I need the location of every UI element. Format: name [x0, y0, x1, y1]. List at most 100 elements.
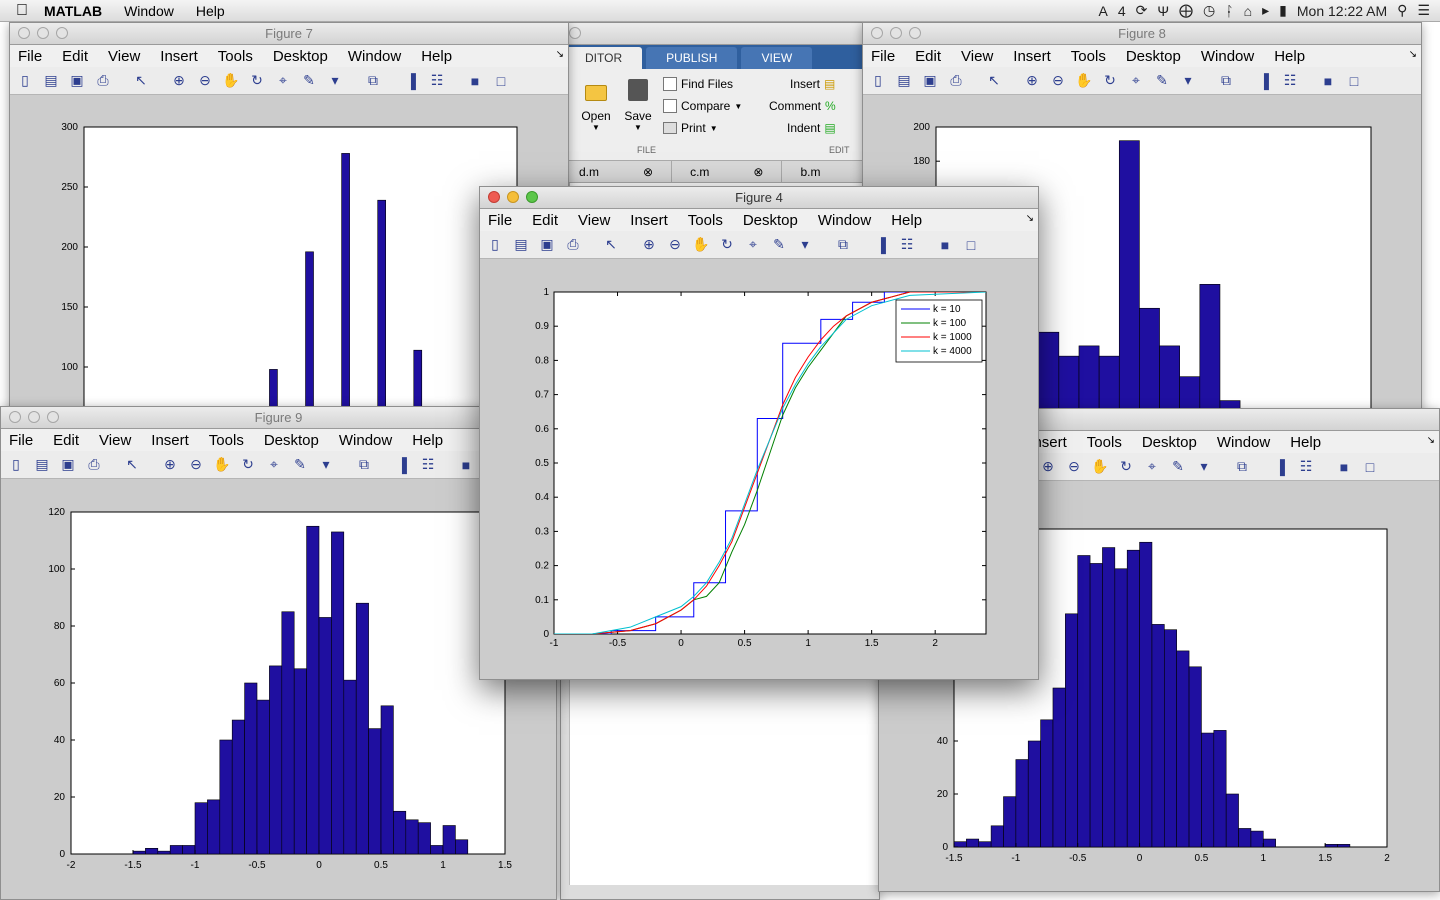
- menu-help[interactable]: Help: [1274, 48, 1305, 65]
- menu-desktop[interactable]: Desktop: [1142, 434, 1197, 451]
- dock-arrow-icon[interactable]: ↘: [1026, 213, 1034, 224]
- open-file-icon[interactable]: ▤: [512, 236, 530, 253]
- zoom-out-icon[interactable]: ⊖: [1065, 458, 1083, 475]
- print-figure-icon[interactable]: ⎙: [94, 72, 112, 89]
- link-plot-icon[interactable]: ⧉: [1217, 72, 1235, 89]
- save-figure-icon[interactable]: ▣: [921, 72, 939, 89]
- minimize-button[interactable]: [507, 191, 519, 203]
- menu-window[interactable]: Window: [348, 48, 401, 65]
- menu-help[interactable]: Help: [196, 3, 225, 19]
- menu-tools[interactable]: Tools: [218, 48, 253, 65]
- menu-edit[interactable]: Edit: [532, 212, 558, 229]
- menu-view[interactable]: View: [578, 212, 610, 229]
- link-plot-icon[interactable]: ⧉: [355, 456, 373, 473]
- rotate-3d-icon[interactable]: ↻: [718, 236, 736, 253]
- zoom-button[interactable]: [56, 27, 68, 39]
- chevron-down-icon[interactable]: ▾: [326, 72, 344, 89]
- save-figure-icon[interactable]: ▣: [59, 456, 77, 473]
- close-button[interactable]: [18, 27, 30, 39]
- print-figure-icon[interactable]: ⎙: [947, 72, 965, 89]
- show-tools-icon[interactable]: □: [492, 73, 510, 89]
- menu-window[interactable]: Window: [818, 212, 871, 229]
- data-cursor-icon[interactable]: ⌖: [1143, 458, 1161, 475]
- edit-plot-icon[interactable]: ↖: [985, 72, 1003, 89]
- rotate-3d-icon[interactable]: ↻: [239, 456, 257, 473]
- brush-icon[interactable]: ✎: [1153, 72, 1171, 89]
- title-bar[interactable]: Figure 9: [1, 407, 556, 429]
- save-figure-icon[interactable]: ▣: [68, 72, 86, 89]
- sync-icon[interactable]: ⟳: [1136, 2, 1148, 19]
- open-file-icon[interactable]: ▤: [33, 456, 51, 473]
- show-tools-icon[interactable]: □: [1345, 73, 1363, 89]
- volume-icon[interactable]: ▸: [1262, 2, 1269, 19]
- new-figure-icon[interactable]: ▯: [869, 72, 887, 89]
- close-tab-icon[interactable]: ⊗: [643, 165, 653, 179]
- hide-tools-icon[interactable]: ■: [466, 73, 484, 89]
- tab-view[interactable]: VIEW: [741, 47, 813, 69]
- dock-arrow-icon[interactable]: ↘: [1427, 435, 1435, 446]
- close-tab-icon[interactable]: ⊗: [753, 165, 763, 179]
- link-plot-icon[interactable]: ⧉: [834, 236, 852, 253]
- menu-insert[interactable]: Insert: [630, 212, 668, 229]
- clock[interactable]: Mon 12:22 AM: [1297, 3, 1387, 19]
- comment-button[interactable]: Comment%: [769, 99, 836, 113]
- legend-icon[interactable]: ☷: [898, 236, 916, 253]
- zoom-out-icon[interactable]: ⊖: [196, 72, 214, 89]
- show-tools-icon[interactable]: □: [1361, 459, 1379, 475]
- zoom-button[interactable]: [47, 411, 59, 423]
- spotlight-icon[interactable]: ⚲: [1397, 2, 1407, 19]
- new-figure-icon[interactable]: ▯: [16, 72, 34, 89]
- legend-icon[interactable]: ☷: [419, 456, 437, 473]
- pan-icon[interactable]: ✋: [1075, 72, 1093, 89]
- zoom-in-icon[interactable]: ⊕: [1039, 458, 1057, 475]
- new-figure-icon[interactable]: ▯: [486, 236, 504, 253]
- file-tab-c[interactable]: c.m ⊗: [672, 160, 783, 183]
- hide-tools-icon[interactable]: ■: [1335, 459, 1353, 475]
- time-machine-icon[interactable]: ◷: [1203, 2, 1215, 19]
- minimize-button[interactable]: [37, 27, 49, 39]
- menu-edit[interactable]: Edit: [915, 48, 941, 65]
- print-figure-icon[interactable]: ⎙: [564, 236, 582, 253]
- save-figure-icon[interactable]: ▣: [538, 236, 556, 253]
- rotate-3d-icon[interactable]: ↻: [248, 72, 266, 89]
- menu-view[interactable]: View: [961, 48, 993, 65]
- rotate-3d-icon[interactable]: ↻: [1117, 458, 1135, 475]
- hide-tools-icon[interactable]: ■: [936, 237, 954, 253]
- antenna-icon[interactable]: Ψ: [1157, 3, 1169, 19]
- wifi-icon[interactable]: ⌂: [1244, 3, 1252, 19]
- print-figure-icon[interactable]: ⎙: [85, 456, 103, 473]
- title-bar[interactable]: Figure 8: [863, 23, 1421, 45]
- chevron-down-icon[interactable]: ▾: [796, 236, 814, 253]
- edit-plot-icon[interactable]: ↖: [123, 456, 141, 473]
- menu-desktop[interactable]: Desktop: [1126, 48, 1181, 65]
- zoom-out-icon[interactable]: ⊖: [187, 456, 205, 473]
- menu-tools[interactable]: Tools: [1087, 434, 1122, 451]
- menu-window[interactable]: Window: [1217, 434, 1270, 451]
- edit-plot-icon[interactable]: ↖: [602, 236, 620, 253]
- close-button[interactable]: [871, 27, 883, 39]
- legend-icon[interactable]: ☷: [1297, 458, 1315, 475]
- hide-tools-icon[interactable]: ■: [457, 457, 475, 473]
- data-cursor-icon[interactable]: ⌖: [274, 72, 292, 89]
- list-icon[interactable]: ☰: [1417, 2, 1430, 19]
- app-menu-matlab[interactable]: MATLAB: [44, 3, 102, 19]
- pan-icon[interactable]: ✋: [692, 236, 710, 253]
- compare-button[interactable]: Compare ▼: [663, 99, 742, 113]
- gamepad-icon[interactable]: ⨁: [1179, 2, 1193, 19]
- menu-help[interactable]: Help: [412, 432, 443, 449]
- tab-publish[interactable]: PUBLISH: [646, 47, 738, 69]
- save-button[interactable]: Save ▼: [621, 79, 655, 132]
- menu-view[interactable]: View: [108, 48, 140, 65]
- dock-arrow-icon[interactable]: ↘: [1409, 49, 1417, 60]
- file-tab-d[interactable]: d.m ⊗: [561, 160, 673, 183]
- file-tab-b[interactable]: b.m: [782, 161, 838, 183]
- pan-icon[interactable]: ✋: [222, 72, 240, 89]
- minimize-button[interactable]: [28, 411, 40, 423]
- menu-desktop[interactable]: Desktop: [273, 48, 328, 65]
- menu-tools[interactable]: Tools: [209, 432, 244, 449]
- link-plot-icon[interactable]: ⧉: [364, 72, 382, 89]
- brush-icon[interactable]: ✎: [291, 456, 309, 473]
- menu-file[interactable]: File: [9, 432, 33, 449]
- brush-icon[interactable]: ✎: [300, 72, 318, 89]
- zoom-button[interactable]: [526, 191, 538, 203]
